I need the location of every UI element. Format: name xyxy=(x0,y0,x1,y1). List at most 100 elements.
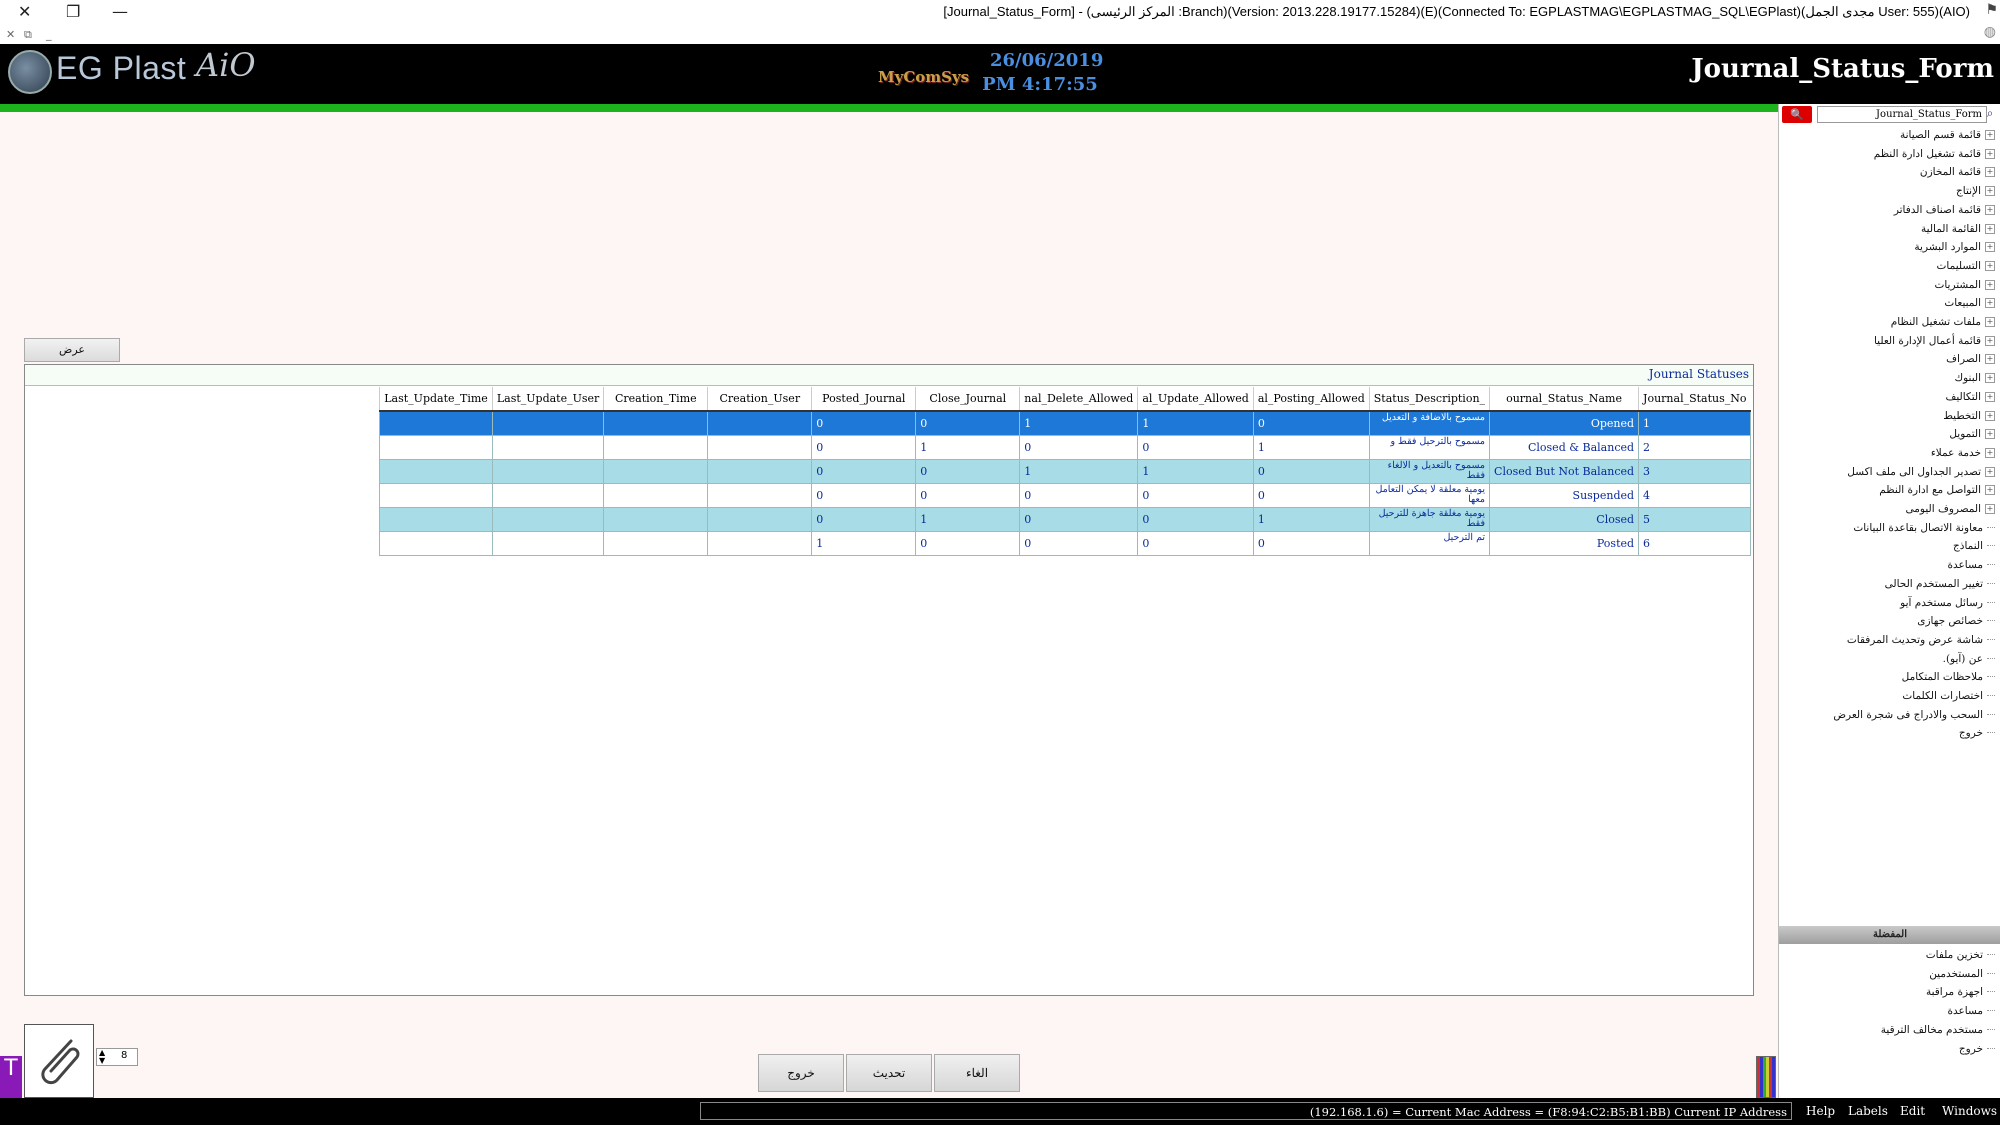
table-cell[interactable] xyxy=(491,531,605,556)
table-cell[interactable]: 0 xyxy=(915,459,1021,484)
tree-item[interactable]: مساعدة xyxy=(1948,556,1995,574)
refresh-button[interactable]: تحديث xyxy=(846,1054,932,1092)
table-cell[interactable]: 4 xyxy=(1638,483,1751,508)
table-cell[interactable]: 0 xyxy=(1252,483,1370,508)
tree-item[interactable]: رسائل مستخدم آيو xyxy=(1900,594,1995,612)
table-cell[interactable]: 2 xyxy=(1638,435,1751,460)
table-cell[interactable]: 0 xyxy=(915,483,1021,508)
table-cell[interactable]: يومية معلقة لا يمكن التعامل معها xyxy=(1368,483,1491,508)
table-cell[interactable]: يومية مغلقة جاهزة للترحيل فقط xyxy=(1368,507,1491,532)
tree-item[interactable]: + تصدير الجداول الى ملف اكسل xyxy=(1847,463,1995,481)
table-cell[interactable]: 0 xyxy=(1137,531,1254,556)
tree-item[interactable]: + قائمة قسم الصيانة xyxy=(1900,126,1995,144)
table-cell[interactable]: 1 xyxy=(915,435,1021,460)
table-cell[interactable]: 1 xyxy=(915,507,1021,532)
tree-item[interactable]: + الصراف xyxy=(1946,350,1995,368)
tree-item[interactable]: + القائمة المالية xyxy=(1921,220,1995,238)
table-cell[interactable] xyxy=(379,531,493,556)
favorite-item[interactable]: مستخدم مخالف الترقية xyxy=(1881,1021,1995,1039)
tree-item[interactable]: + المبيعات xyxy=(1944,294,1995,312)
table-cell[interactable]: تم الترحيل xyxy=(1368,531,1491,556)
form-search-input[interactable] xyxy=(1817,106,1987,123)
table-cell[interactable]: مسموح بالتعديل و الالغاء فقط xyxy=(1368,459,1491,484)
close-window-icon[interactable]: ✕ xyxy=(18,2,31,21)
tree-item[interactable]: + قائمة اصناف الدفاتر xyxy=(1894,201,1995,219)
menu-help[interactable]: Help xyxy=(1806,1104,1835,1118)
expand-icon[interactable]: + xyxy=(1985,242,1995,253)
books-icon[interactable] xyxy=(1756,1056,1776,1098)
tree-item[interactable]: خصائص جهازى xyxy=(1917,612,1995,630)
table-cell[interactable]: 0 xyxy=(1137,435,1254,460)
table-cell[interactable]: 0 xyxy=(1019,507,1139,532)
table-cell[interactable]: 0 xyxy=(1019,435,1139,460)
table-row[interactable]: 4 Suspended يومية معلقة لا يمكن التعامل مع… xyxy=(379,483,1751,508)
table-cell[interactable] xyxy=(603,531,709,556)
menu-edit[interactable]: Edit xyxy=(1900,1104,1925,1118)
expand-icon[interactable]: + xyxy=(1985,298,1995,309)
tree-item[interactable]: + التكاليف xyxy=(1945,388,1995,406)
tree-item[interactable]: + التسليمات xyxy=(1937,257,1995,275)
table-cell[interactable] xyxy=(379,483,493,508)
tree-item[interactable]: تغيير المستخدم الحالى xyxy=(1885,575,1995,593)
table-cell[interactable]: 1 xyxy=(811,531,917,556)
expand-icon[interactable]: + xyxy=(1985,167,1995,178)
table-cell[interactable] xyxy=(707,459,813,484)
table-row[interactable]: 3 Closed But Not Balanced مسموح بالتعديل و… xyxy=(379,459,1751,484)
minimize-window-icon[interactable]: — xyxy=(112,2,128,21)
column-header[interactable]: _Status_Description xyxy=(1368,387,1490,412)
tree-item[interactable]: شاشة عرض وتحديث المرفقات xyxy=(1847,631,1995,649)
column-header[interactable]: Posted_Journal xyxy=(811,387,916,412)
table-cell[interactable] xyxy=(707,531,813,556)
table-cell[interactable]: 5 xyxy=(1638,507,1751,532)
table-cell[interactable] xyxy=(603,483,709,508)
table-cell[interactable]: Closed xyxy=(1489,507,1640,532)
table-cell[interactable]: 0 xyxy=(811,410,917,436)
tree-item[interactable]: + التواصل مع ادارة النظم xyxy=(1879,481,1995,499)
table-cell[interactable] xyxy=(379,435,493,460)
tree-item[interactable]: خروج xyxy=(1959,724,1995,742)
tree-item[interactable]: اختصارات الكلمات xyxy=(1902,687,1995,705)
table-cell[interactable] xyxy=(491,410,605,436)
menu-labels[interactable]: Labels xyxy=(1848,1104,1888,1118)
tree-item[interactable]: معاونة الاتصال بقاعدة البيانات xyxy=(1853,519,1995,537)
table-cell[interactable] xyxy=(603,507,709,532)
tree-item[interactable]: + المصروف اليومى xyxy=(1906,500,1995,518)
tree-item[interactable]: + قائمة تشغيل ادارة النظم xyxy=(1874,145,1995,163)
table-cell[interactable] xyxy=(379,410,493,436)
table-row[interactable]: 5 Closed يومية مغلقة جاهزة للترحيل فقط 1 0 0 1… xyxy=(379,507,1751,532)
column-header[interactable]: ournal_Status_Name xyxy=(1489,387,1639,412)
attachment-button[interactable] xyxy=(24,1024,94,1098)
tree-item[interactable]: + البنوك xyxy=(1954,369,1995,387)
tree-item[interactable]: + الإنتاج xyxy=(1956,182,1995,200)
table-cell[interactable]: Closed But Not Balanced xyxy=(1489,459,1640,484)
tree-item[interactable]: + قائمة أعمال الإدارة العليا xyxy=(1874,332,1995,350)
table-cell[interactable]: 1 xyxy=(1252,435,1370,460)
tree-item[interactable]: + التمويل xyxy=(1949,425,1995,443)
expand-icon[interactable]: + xyxy=(1985,466,1995,477)
table-cell[interactable]: 6 xyxy=(1638,531,1751,556)
column-header[interactable]: Last_Update_User xyxy=(491,387,604,412)
expand-icon[interactable]: + xyxy=(1985,223,1995,234)
tree-item[interactable]: + ملفات تشغيل النظام xyxy=(1891,313,1995,331)
expand-icon[interactable]: + xyxy=(1985,335,1995,346)
favorite-item[interactable]: مساعدة xyxy=(1948,1002,1995,1020)
search-icon[interactable]: ⌕ xyxy=(1981,106,1999,123)
tree-item[interactable]: + المشتريات xyxy=(1934,276,1995,294)
table-cell[interactable]: 0 xyxy=(915,531,1021,556)
expand-icon[interactable]: + xyxy=(1985,260,1995,271)
table-cell[interactable]: 1 xyxy=(1252,507,1370,532)
search-button[interactable]: 🔍 xyxy=(1782,106,1812,123)
table-cell[interactable]: Suspended xyxy=(1489,483,1640,508)
expand-icon[interactable]: + xyxy=(1985,504,1995,514)
tree-item[interactable]: + الموارد البشرية xyxy=(1914,238,1995,256)
column-header[interactable]: al_Posting_Allowed xyxy=(1252,387,1370,412)
tree-item[interactable]: + خدمة عملاء xyxy=(1931,444,1995,462)
column-header[interactable]: Journal_Status_No xyxy=(1638,387,1751,412)
attachment-count-stepper[interactable]: ▲ ▼ 8 xyxy=(96,1048,138,1066)
table-cell[interactable]: Posted xyxy=(1489,531,1640,556)
table-cell[interactable]: 1 xyxy=(1137,459,1254,484)
journal-status-table[interactable]: Journal_Status_No ournal_Status_Name _Stat… xyxy=(379,387,1751,556)
table-cell[interactable]: 0 xyxy=(1252,459,1370,484)
tree-item[interactable]: ملاحظات المتكامل xyxy=(1902,668,1995,686)
table-cell[interactable] xyxy=(707,410,813,436)
